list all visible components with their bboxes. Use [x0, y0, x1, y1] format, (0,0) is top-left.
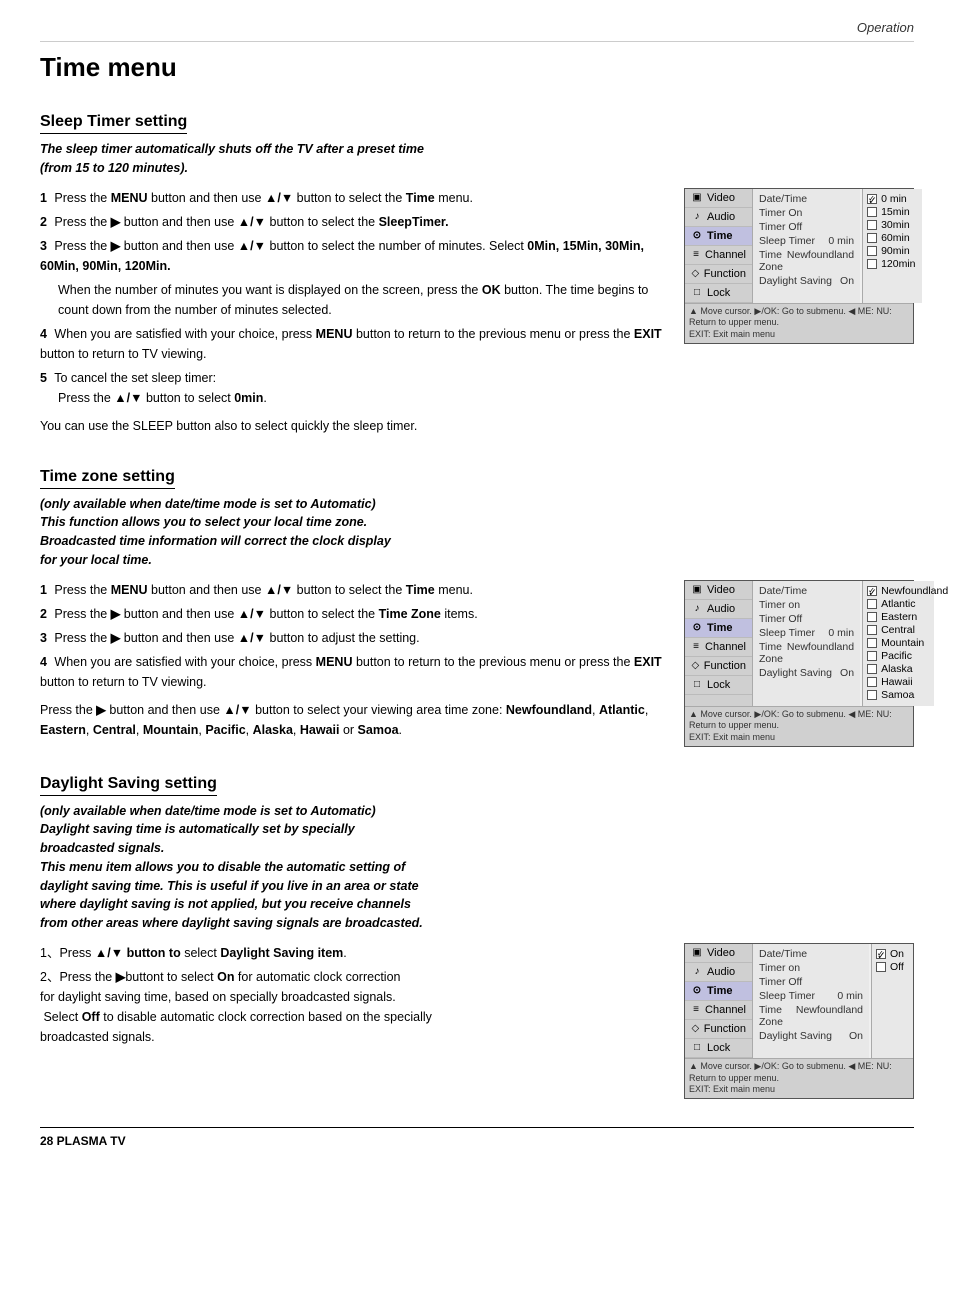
tz-samoa[interactable]: Samoa — [867, 689, 930, 701]
tz-menu-lock[interactable]: □Lock — [685, 676, 752, 695]
menu-item-lock[interactable]: □Lock — [685, 284, 752, 303]
operation-label: Operation — [857, 20, 914, 35]
menu-item-channel[interactable]: ≡Channel — [685, 246, 752, 265]
sleep-timer-text: 1 Press the MENU button and then use ▲/▼… — [40, 188, 664, 440]
menu-footer-ds: ▲ Move cursor. ▶/OK: Go to submenu. ◀ ME… — [685, 1058, 913, 1098]
menu-right-sleep: Date/Time Timer On Timer Off Sleep Timer… — [753, 189, 860, 303]
tz-menu-video[interactable]: ▣Video — [685, 581, 752, 600]
tz-alaska[interactable]: Alaska — [867, 663, 930, 675]
tz-menu-time[interactable]: ⊙Time — [685, 619, 752, 638]
tz-hawaii[interactable]: Hawaii — [867, 676, 930, 688]
tz-menu-channel[interactable]: ≡Channel — [685, 638, 752, 657]
header-operation: Operation — [40, 20, 914, 42]
section-time-zone: Time zone setting (only available when d… — [40, 468, 914, 747]
tz-menu-audio[interactable]: ♪Audio — [685, 600, 752, 619]
section-daylight: Daylight Saving setting (only available … — [40, 775, 914, 1099]
tz-newfoundland[interactable]: ✓Newfoundland — [867, 585, 930, 597]
daylight-text: 1、Press ▲/▼ button to select Daylight Sa… — [40, 943, 664, 1099]
ds-menu-audio[interactable]: ♪Audio — [685, 963, 752, 982]
tz-eastern[interactable]: Eastern — [867, 611, 930, 623]
ds-off[interactable]: Off — [876, 961, 909, 973]
daylight-intro: (only available when date/time mode is s… — [40, 802, 914, 933]
footer-label: 28 PLASMA TV — [40, 1134, 126, 1148]
ds-on[interactable]: ✓On — [876, 948, 909, 960]
option-90min[interactable]: 90min — [867, 245, 918, 257]
menu-left-tz: ▣Video ♪Audio ⊙Time ≡Channel ◇Function □… — [685, 581, 753, 706]
tz-central[interactable]: Central — [867, 624, 930, 636]
ds-menu-function[interactable]: ◇Function — [685, 1020, 752, 1039]
menu-left-ds: ▣Video ♪Audio ⊙Time ≡Channel ◇Function □… — [685, 944, 753, 1058]
time-zone-title: Time zone setting — [40, 468, 175, 489]
section-sleep-timer: Sleep Timer setting The sleep timer auto… — [40, 113, 914, 440]
menu-footer-tz: ▲ Move cursor. ▶/OK: Go to submenu. ◀ ME… — [685, 706, 913, 746]
menu-right-ds: Date/Time Timer on Timer Off Sleep Timer… — [753, 944, 869, 1058]
page: Operation Time menu Sleep Timer setting … — [0, 0, 954, 1188]
menu-item-function[interactable]: ◇Function — [685, 265, 752, 284]
sleep-timer-intro: The sleep timer automatically shuts off … — [40, 140, 914, 178]
menu-item-audio[interactable]: ♪Audio — [685, 208, 752, 227]
menu-item-time-active[interactable]: ⊙Time — [685, 227, 752, 246]
ds-menu-lock[interactable]: □Lock — [685, 1039, 752, 1058]
option-0min[interactable]: ✓0 min — [867, 193, 918, 205]
time-zone-intro: (only available when date/time mode is s… — [40, 495, 914, 570]
time-zone-menu: ▣Video ♪Audio ⊙Time ≡Channel ◇Function □… — [684, 580, 914, 747]
page-footer: 28 PLASMA TV — [40, 1127, 914, 1148]
ds-menu-channel[interactable]: ≡Channel — [685, 1001, 752, 1020]
time-zone-text: 1 Press the MENU button and then use ▲/▼… — [40, 580, 664, 747]
tz-mountain[interactable]: Mountain — [867, 637, 930, 649]
tz-menu-function[interactable]: ◇Function — [685, 657, 752, 676]
option-60min[interactable]: 60min — [867, 232, 918, 244]
daylight-title: Daylight Saving setting — [40, 775, 217, 796]
menu-item-video[interactable]: ▣Video — [685, 189, 752, 208]
option-15min[interactable]: 15min — [867, 206, 918, 218]
page-title: Time menu — [40, 52, 914, 83]
sleep-timer-menu: ▣Video ♪Audio ⊙Time ≡Channel ◇Function □… — [684, 188, 914, 344]
option-30min[interactable]: 30min — [867, 219, 918, 231]
menu-right-tz: Date/Time Timer on Timer Off Sleep Timer… — [753, 581, 860, 706]
ds-menu-time[interactable]: ⊙Time — [685, 982, 752, 1001]
option-120min[interactable]: 120min — [867, 258, 918, 270]
daylight-menu: ▣Video ♪Audio ⊙Time ≡Channel ◇Function □… — [684, 943, 914, 1099]
sleep-timer-title: Sleep Timer setting — [40, 113, 187, 134]
menu-left-sleep: ▣Video ♪Audio ⊙Time ≡Channel ◇Function □… — [685, 189, 753, 303]
tz-pacific[interactable]: Pacific — [867, 650, 930, 662]
tz-atlantic[interactable]: Atlantic — [867, 598, 930, 610]
menu-footer-sleep: ▲ Move cursor. ▶/OK: Go to submenu. ◀ ME… — [685, 303, 913, 343]
ds-menu-video[interactable]: ▣Video — [685, 944, 752, 963]
